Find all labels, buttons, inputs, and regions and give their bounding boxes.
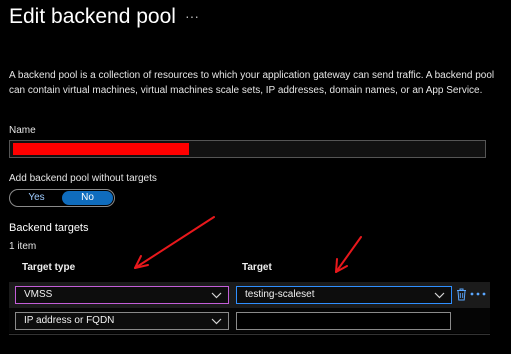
column-header-target-type: Target type	[22, 262, 76, 273]
target-type-value: VMSS	[24, 289, 53, 300]
trash-icon[interactable]	[456, 288, 467, 301]
targets-count: 1 item	[9, 241, 37, 252]
chevron-down-icon	[211, 313, 222, 325]
target-type-value: IP address or FQDN	[24, 315, 115, 326]
backend-targets-heading: Backend targets	[9, 222, 89, 234]
name-label: Name	[9, 125, 36, 136]
target-select[interactable]: testing-scaleset	[236, 286, 452, 304]
chevron-down-icon	[434, 287, 445, 299]
column-header-target: Target	[242, 262, 272, 273]
ellipsis-icon[interactable]	[470, 292, 486, 296]
annotation-arrow-left	[134, 216, 215, 269]
without-targets-label: Add backend pool without targets	[9, 173, 157, 184]
target-type-select[interactable]: VMSS	[15, 286, 229, 304]
toggle-option-yes[interactable]: Yes	[11, 191, 62, 205]
chevron-down-icon	[211, 287, 222, 299]
target-type-select[interactable]: IP address or FQDN	[15, 312, 229, 330]
table-divider	[9, 334, 490, 335]
redacted-name-value	[13, 143, 189, 155]
page-title: Edit backend pool	[9, 5, 176, 28]
more-options-icon[interactable]: ···	[185, 8, 199, 24]
toggle-option-no[interactable]: No	[62, 191, 113, 205]
annotation-arrow-right	[335, 236, 362, 273]
without-targets-toggle[interactable]: Yes No	[9, 189, 115, 207]
target-input[interactable]	[236, 312, 451, 330]
target-value: testing-scaleset	[245, 289, 315, 300]
pool-description: A backend pool is a collection of resour…	[9, 70, 495, 96]
name-input[interactable]	[9, 140, 486, 158]
